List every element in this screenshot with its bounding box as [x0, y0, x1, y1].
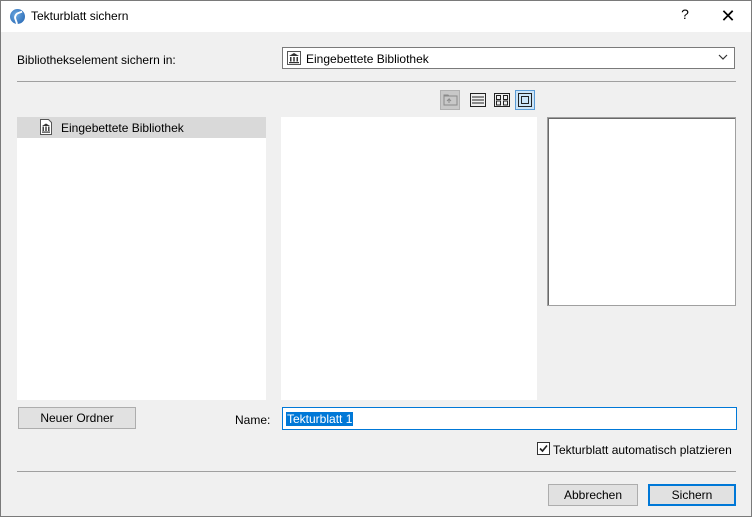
- window-title: Tekturblatt sichern: [31, 9, 129, 23]
- title-bar: Tekturblatt sichern ? ✕: [1, 1, 751, 32]
- close-button[interactable]: ✕: [717, 5, 739, 27]
- save-button[interactable]: Sichern: [648, 484, 736, 506]
- help-button[interactable]: ?: [677, 6, 693, 26]
- save-location-select[interactable]: Eingebettete Bibliothek: [282, 47, 735, 69]
- preview-view-button[interactable]: [515, 90, 535, 110]
- list-view-button[interactable]: [468, 90, 488, 110]
- save-dialog-window: Tekturblatt sichern ? ✕ Bibliothekseleme…: [0, 0, 752, 517]
- archicad-app-icon: [10, 9, 25, 24]
- chevron-down-icon: [718, 51, 728, 66]
- name-input[interactable]: Tekturblatt 1: [282, 407, 737, 430]
- name-input-value: Tekturblatt 1: [286, 412, 354, 426]
- folder-contents-panel[interactable]: [281, 117, 537, 400]
- save-in-label: Bibliothekselement sichern in:: [17, 53, 176, 67]
- top-divider: [17, 81, 736, 82]
- tree-item-embedded-library[interactable]: Eingebettete Bibliothek: [17, 117, 266, 138]
- cancel-button[interactable]: Abbrechen: [548, 484, 638, 506]
- name-label: Name:: [235, 413, 271, 427]
- library-icon: [287, 51, 301, 68]
- new-folder-button[interactable]: Neuer Ordner: [18, 407, 136, 429]
- library-tree-panel[interactable]: Eingebettete Bibliothek: [17, 117, 266, 400]
- thumbnail-view-button[interactable]: [492, 90, 512, 110]
- save-location-value: Eingebettete Bibliothek: [306, 52, 429, 66]
- tree-item-label: Eingebettete Bibliothek: [61, 121, 184, 135]
- folder-up-button[interactable]: [440, 90, 460, 110]
- preview-panel: [547, 117, 736, 306]
- library-icon: [39, 119, 53, 138]
- auto-place-label[interactable]: Tekturblatt automatisch platzieren: [553, 443, 732, 457]
- checkmark-icon: [539, 444, 548, 453]
- auto-place-checkbox[interactable]: [537, 442, 550, 455]
- bottom-divider: [17, 471, 736, 472]
